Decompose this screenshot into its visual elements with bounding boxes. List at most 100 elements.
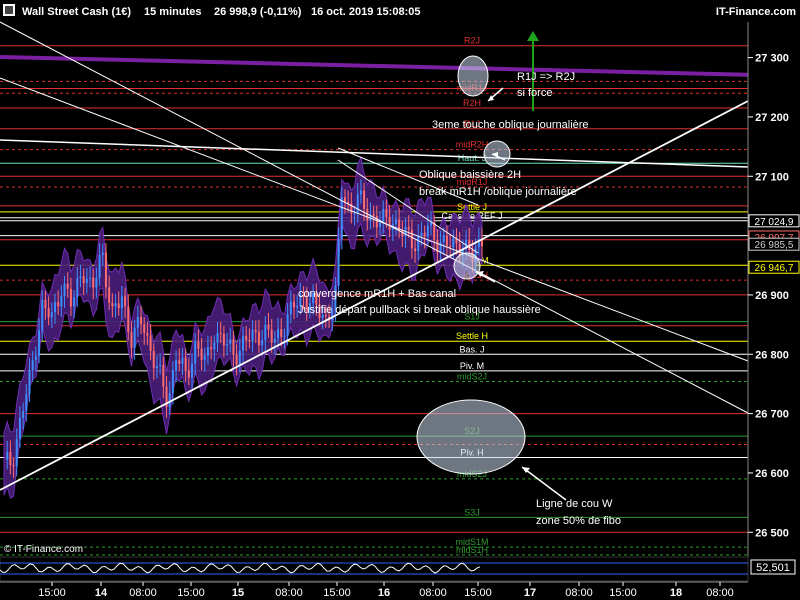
candle-body <box>213 342 216 350</box>
candle-body <box>143 324 146 333</box>
chart-window: Wall Street Cash (1€) 15 minutes 26 998,… <box>0 0 800 600</box>
candle-body <box>197 341 200 349</box>
candle-body <box>445 235 448 246</box>
candle-body <box>337 238 340 286</box>
annotation-justifie: Justifie départ pullback si break obliqu… <box>298 304 541 316</box>
candle-body <box>60 296 63 307</box>
candle-body <box>264 324 267 341</box>
candle-body <box>12 465 15 467</box>
candle-body <box>388 216 391 230</box>
candle-body <box>206 347 209 356</box>
candle-body <box>95 277 98 288</box>
candle-body <box>149 335 152 351</box>
candle-body <box>159 364 162 366</box>
indicator-frame <box>0 556 749 582</box>
brand-name: IT-Finance.com <box>716 6 796 18</box>
x-tick-label: 15:00 <box>323 587 351 599</box>
candle-body <box>417 235 420 252</box>
candle-body <box>168 393 171 408</box>
level-label: midS2J <box>457 372 487 382</box>
candle-body <box>28 369 31 395</box>
candle-body <box>235 354 238 365</box>
x-tick-label: 08:00 <box>565 587 593 599</box>
candle-body <box>242 335 244 351</box>
x-tick-label: 08:00 <box>419 587 447 599</box>
x-tick-label: 17 <box>524 587 536 599</box>
candle-body <box>452 238 455 248</box>
annotation-oblique-baissiere: Oblique baissière 2H <box>419 169 521 181</box>
candle-body <box>248 340 251 342</box>
candle-body <box>130 331 133 349</box>
candle-body <box>98 254 101 278</box>
candle-body <box>410 229 413 249</box>
candle-body <box>286 314 289 336</box>
x-tick-label: 16 <box>378 587 390 599</box>
candle-body <box>18 417 21 440</box>
candle-body <box>41 299 44 331</box>
candle-body <box>178 360 181 364</box>
candle-body <box>343 197 346 202</box>
x-tick-label: 14 <box>95 587 108 599</box>
candle-body <box>289 301 292 315</box>
annotation-zone-fibo: zone 50% de fibo <box>536 515 621 527</box>
price-badge-label: 26 985,5 <box>755 240 794 251</box>
candle-body <box>155 365 158 369</box>
indicator-panel: 52,501 <box>0 556 796 582</box>
window-menu-icon-inner <box>5 6 13 14</box>
candle-body <box>229 339 232 344</box>
candle-body <box>104 252 107 288</box>
candle-body <box>407 226 410 230</box>
time-axis: 15:00 14 08:00 15:00 15 08:00 15:00 16 08:00 15:0… <box>0 581 800 600</box>
timeframe-label: 15 minutes <box>144 6 201 18</box>
candle-body <box>280 329 283 337</box>
price-chart[interactable]: Wall Street Cash (1€) 15 minutes 26 998,… <box>0 0 800 600</box>
level-label: midS1H <box>456 545 488 555</box>
candle-body <box>66 283 69 289</box>
candle-body <box>372 214 375 216</box>
level-label: S3J <box>464 507 480 517</box>
candle-body <box>251 329 254 342</box>
y-tick-label: 27 100 <box>755 171 789 183</box>
candle-body <box>270 329 273 343</box>
target-arrow-head <box>527 31 539 41</box>
price-axis: 27 30027 20027 10027 00026 90026 80026 7… <box>747 22 800 581</box>
annotation-ligne-de-cou: Ligne de cou W <box>536 498 613 510</box>
candle-body <box>232 339 235 355</box>
y-tick-label: 26 700 <box>755 409 789 421</box>
candle-body <box>34 356 37 361</box>
x-tick-label: 08:00 <box>706 587 734 599</box>
candle-body <box>423 232 426 237</box>
candle-body <box>50 312 53 318</box>
candle-body <box>47 308 50 318</box>
candle-body <box>6 451 9 460</box>
candle-body <box>111 302 114 307</box>
price-badge-label: 26 946,7 <box>755 263 794 274</box>
candle-body <box>359 190 362 195</box>
candle-body <box>442 235 445 243</box>
x-tick-label: 08:00 <box>129 587 157 599</box>
y-tick-label: 27 300 <box>755 53 789 65</box>
candle-body <box>194 341 197 364</box>
candle-body <box>124 296 127 307</box>
candle-body <box>216 333 219 343</box>
candle-body <box>76 278 79 298</box>
level-label: Settle H <box>456 331 488 341</box>
candle-body <box>92 277 95 288</box>
y-tick-label: 26 600 <box>755 468 789 480</box>
candle-body <box>219 333 222 335</box>
candle-body <box>53 302 56 313</box>
candle-body <box>22 411 25 418</box>
candle-body <box>363 190 366 209</box>
highlight-settle-m <box>453 252 481 280</box>
candle-body <box>162 364 165 387</box>
level-label: Piv. M <box>460 361 484 371</box>
annotation-break-r1h: break mR1H /oblique journalière <box>419 186 577 198</box>
candle-body <box>117 303 120 309</box>
x-tick-label: 15:00 <box>464 587 492 599</box>
indicator-value: 52,501 <box>756 562 790 574</box>
x-tick-label: 08:00 <box>275 587 303 599</box>
y-tick-label: 26 500 <box>755 527 789 539</box>
candle-body <box>15 439 18 467</box>
candle-body <box>127 306 130 332</box>
candle-body <box>254 329 257 332</box>
